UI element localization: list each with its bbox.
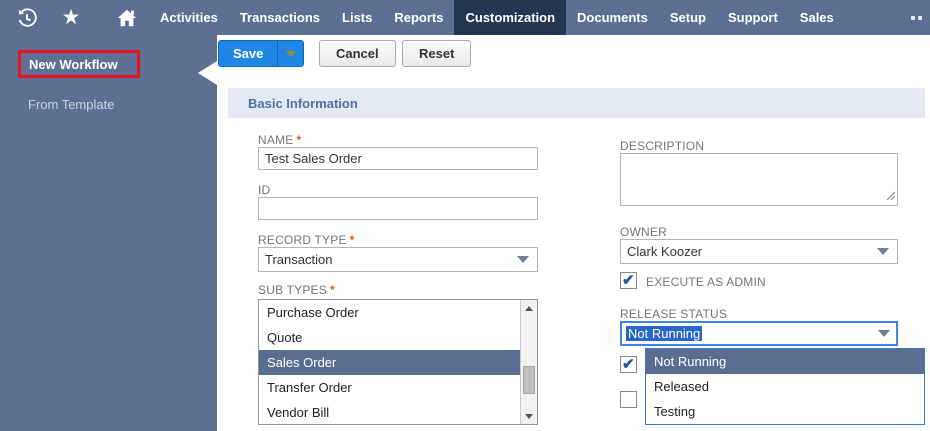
description-textarea[interactable]	[620, 153, 898, 206]
release-status-dropdown: Not Running Released Testing	[645, 348, 925, 425]
top-nav: ★ Activities Transactions Lists Reports …	[0, 0, 930, 35]
name-input[interactable]	[258, 147, 538, 170]
chevron-down-icon	[878, 330, 890, 337]
release-status-label: RELEASE STATUS	[620, 307, 728, 321]
save-dropdown-button[interactable]	[277, 41, 303, 66]
list-item[interactable]: Purchase Order	[259, 300, 520, 325]
required-asterisk: *	[329, 283, 335, 297]
required-asterisk: *	[296, 133, 302, 147]
required-asterisk: *	[349, 233, 355, 247]
id-input[interactable]	[258, 197, 538, 220]
nav-item-reports[interactable]: Reports	[383, 0, 454, 35]
record-type-value: Transaction	[265, 252, 333, 267]
save-button-label: Save	[233, 46, 264, 61]
chevron-down-icon	[877, 248, 889, 255]
page: ★ Activities Transactions Lists Reports …	[0, 0, 930, 431]
nav-icon-group: ★	[0, 0, 140, 35]
nav-item-customization[interactable]: Customization	[454, 0, 567, 35]
content-pointer-notch	[198, 61, 217, 85]
hidden-checkbox-unchecked[interactable]	[620, 391, 637, 408]
dropdown-option[interactable]: Testing	[646, 399, 924, 424]
nav-item-support[interactable]: Support	[717, 0, 789, 35]
sidebar: New Workflow From Template	[0, 35, 217, 431]
release-status-select[interactable]: Not Running	[620, 321, 898, 346]
chevron-down-icon	[285, 50, 296, 57]
history-icon[interactable]	[14, 5, 40, 31]
nav-item-setup[interactable]: Setup	[659, 0, 717, 35]
owner-label: OWNER	[620, 225, 667, 239]
reset-button[interactable]: Reset	[402, 40, 472, 67]
star-icon[interactable]: ★	[58, 5, 84, 31]
nav-item-activities[interactable]: Activities	[149, 0, 229, 35]
nav-item-lists[interactable]: Lists	[331, 0, 383, 35]
dropdown-option-highlighted[interactable]: Not Running	[646, 349, 924, 374]
sidebar-item-from-template[interactable]: From Template	[28, 97, 114, 112]
list-item[interactable]: Vendor Bill	[259, 400, 520, 424]
record-type-label: RECORD TYPE *	[258, 233, 355, 247]
home-icon[interactable]	[114, 5, 140, 31]
sidebar-item-new-workflow[interactable]: New Workflow	[18, 50, 140, 78]
section-header: Basic Information	[228, 88, 925, 118]
chevron-down-icon	[517, 256, 529, 263]
hidden-checkbox-checked[interactable]	[620, 355, 637, 373]
id-label: ID	[258, 183, 271, 197]
scrollbar[interactable]	[520, 300, 537, 424]
sub-types-label: SUB TYPES *	[258, 283, 335, 297]
save-button[interactable]: Save	[218, 40, 305, 67]
scroll-up-icon[interactable]	[521, 300, 537, 316]
cancel-button[interactable]: Cancel	[319, 40, 396, 67]
nav-item-documents[interactable]: Documents	[566, 0, 659, 35]
nav-item-transactions[interactable]: Transactions	[229, 0, 331, 35]
list-item[interactable]: Quote	[259, 325, 520, 350]
scrollbar-thumb[interactable]	[523, 366, 535, 394]
sub-types-listbox: Purchase Order Quote Sales Order Transfe…	[258, 299, 538, 425]
owner-value: Clark Koozer	[627, 244, 703, 259]
name-label: NAME *	[258, 133, 302, 147]
sub-types-options: Purchase Order Quote Sales Order Transfe…	[259, 300, 520, 424]
execute-as-admin-label: EXECUTE AS ADMIN	[646, 275, 766, 289]
nav-item-sales[interactable]: Sales	[789, 0, 845, 35]
description-label: DESCRIPTION	[620, 139, 705, 153]
more-dots-icon[interactable]	[911, 16, 922, 20]
dropdown-option[interactable]: Released	[646, 374, 924, 399]
list-item[interactable]: Transfer Order	[259, 375, 520, 400]
resize-handle-icon[interactable]	[885, 188, 896, 203]
list-item-selected[interactable]: Sales Order	[259, 350, 520, 375]
execute-as-admin-checkbox[interactable]	[620, 271, 637, 289]
record-type-select[interactable]: Transaction	[258, 247, 538, 272]
scroll-down-icon[interactable]	[521, 408, 537, 424]
release-status-value: Not Running	[626, 326, 703, 341]
section-title: Basic Information	[248, 95, 358, 111]
owner-select[interactable]: Clark Koozer	[620, 239, 898, 264]
sidebar-item-label: New Workflow	[29, 56, 118, 72]
nav-menu: Activities Transactions Lists Reports Cu…	[149, 0, 845, 35]
